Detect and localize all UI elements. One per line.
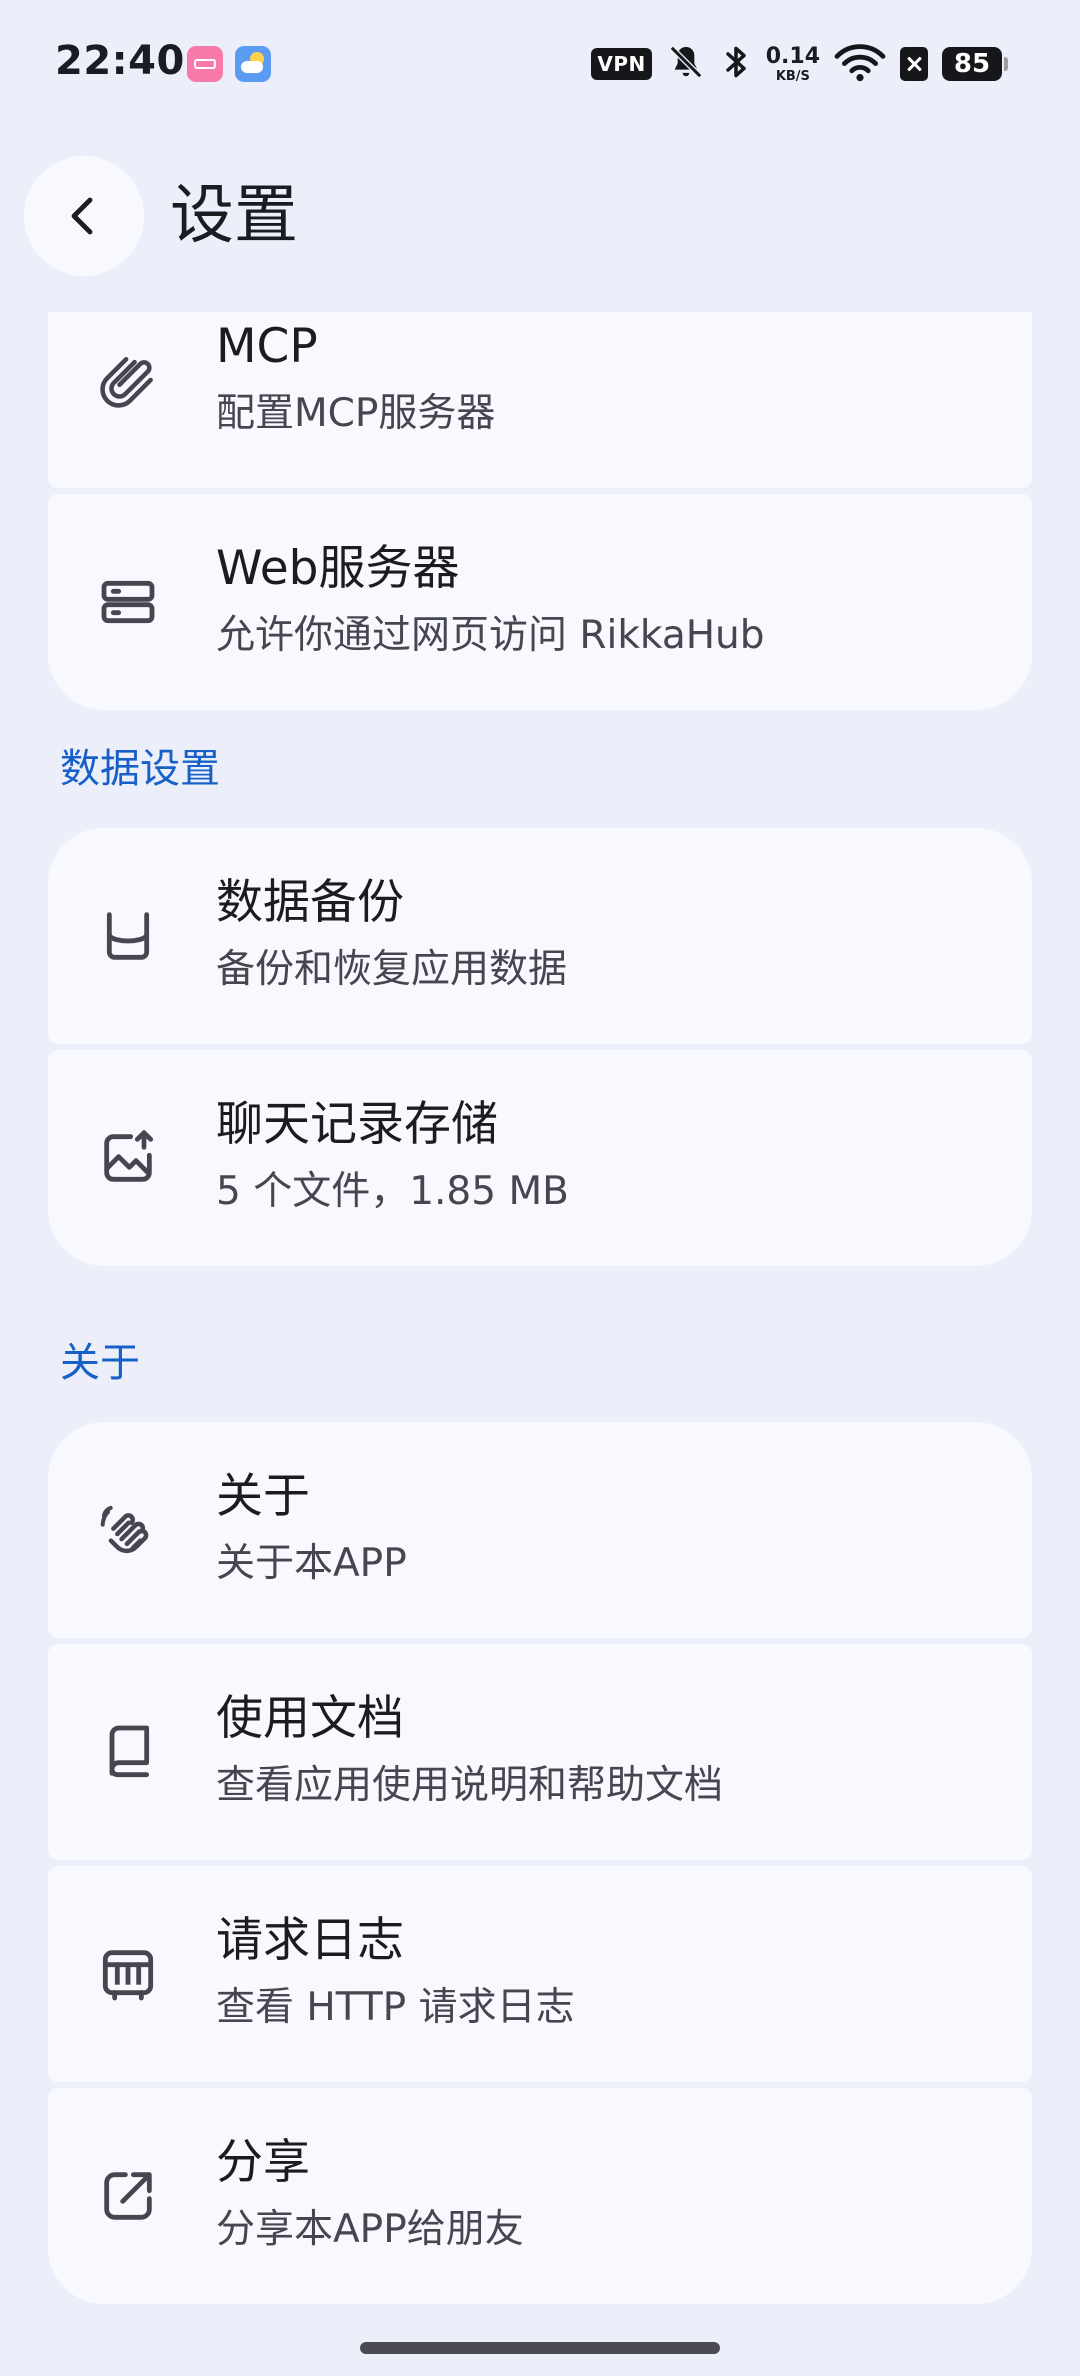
settings-item-request-log[interactable]: 请求日志 查看 HTTP 请求日志 [48,1866,1032,2082]
weather-notification-icon [235,46,271,82]
settings-item-title: 使用文档 [216,1691,404,1746]
settings-item-title: 关于 [216,1469,310,1524]
settings-item-subtitle: 查看应用使用说明和帮助文档 [216,1763,724,1808]
settings-item-title: 聊天记录存储 [216,1097,498,1152]
battery-icon: 85 [942,47,1008,81]
wave-hand-icon [96,1498,160,1562]
status-time: 22:40 [55,38,185,84]
battery-tip [1004,57,1008,71]
settings-item-mcp[interactable]: MCP 配置MCP服务器 [48,312,1032,488]
wifi-icon [834,42,886,86]
settings-item-title: Web服务器 [216,541,460,596]
gesture-navigation-bar[interactable] [360,2342,720,2354]
settings-item-title: MCP [216,319,318,374]
settings-item-subtitle: 配置MCP服务器 [216,391,496,436]
section-header-data: 数据设置 [60,746,220,792]
server-icon [96,570,160,634]
image-upload-icon [96,1126,160,1190]
settings-item-data-backup[interactable]: 数据备份 备份和恢复应用数据 [48,828,1032,1044]
battery-level: 85 [942,47,1002,81]
settings-item-title: 数据备份 [216,875,404,930]
settings-item-title: 分享 [216,2135,310,2190]
section-header-about: 关于 [60,1340,140,1386]
settings-item-share[interactable]: 分享 分享本APP给朋友 [48,2088,1032,2304]
settings-item-title: 请求日志 [216,1913,404,1968]
settings-list[interactable]: MCP 配置MCP服务器 Web服务器 允许你通过网页访问 RikkaHub 数… [0,312,1080,2376]
book-icon [96,1720,160,1784]
no-sim-icon [900,47,928,81]
settings-item-docs[interactable]: 使用文档 查看应用使用说明和帮助文档 [48,1644,1032,1860]
bilibili-notification-icon [187,46,223,82]
settings-item-subtitle: 关于本APP [216,1541,407,1586]
page-title: 设置 [170,179,298,253]
chevron-left-icon [71,197,93,235]
paperclip-icon [96,348,160,412]
settings-item-subtitle: 备份和恢复应用数据 [216,947,568,992]
backup-icon [96,904,160,968]
log-icon [96,1942,160,2006]
settings-item-about[interactable]: 关于 关于本APP [48,1422,1032,1638]
bluetooth-icon [720,42,752,86]
settings-item-subtitle: 查看 HTTP 请求日志 [216,1985,575,2030]
bell-off-icon [666,42,706,86]
vpn-icon: VPN [591,48,652,80]
settings-item-subtitle: 5 个文件，1.85 MB [216,1169,569,1214]
network-speed-unit: KB/S [775,68,810,84]
status-icons: VPN 0.14 KB/S 85 [577,42,1008,86]
share-icon [96,2164,160,2228]
network-speed-value: 0.14 [765,43,820,69]
status-bar: 22:40 VPN 0.14 KB/S 85 [0,0,1080,128]
settings-item-subtitle: 分享本APP给朋友 [216,2207,524,2252]
network-speed: 0.14 KB/S [765,43,820,84]
settings-item-chat-storage[interactable]: 聊天记录存储 5 个文件，1.85 MB [48,1050,1032,1266]
settings-item-web-server[interactable]: Web服务器 允许你通过网页访问 RikkaHub [48,494,1032,710]
back-button[interactable] [24,156,144,276]
settings-item-subtitle: 允许你通过网页访问 RikkaHub [216,613,765,658]
